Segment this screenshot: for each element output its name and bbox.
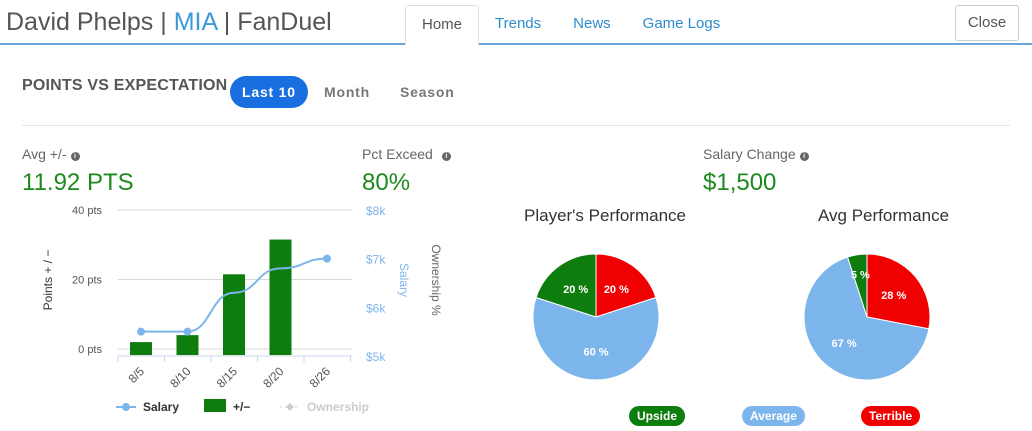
range-last-10-button[interactable]: Last 10: [230, 76, 308, 108]
legend-salary-label: Salary: [143, 400, 179, 414]
pie-slice-label: 20 %: [563, 284, 588, 296]
pie-title-player: Player's Performance: [524, 206, 686, 225]
points-salary-chart: 40 pts 20 pts 0 pts $8k $7k $6k $5k Points + /…: [41, 204, 443, 414]
salary-point: [323, 254, 331, 263]
x-tick-label: 8/5: [125, 364, 147, 386]
y2-tick-label: $8k: [366, 204, 386, 218]
bar-mark: [130, 342, 152, 356]
legend-ownership-label: Ownership: [307, 400, 369, 414]
avg-label-text: Avg +/-: [22, 146, 67, 162]
legend-ownership-swatch: [286, 403, 294, 411]
avg-value: 11.92 PTS: [22, 169, 134, 196]
y2-axis-title: Salary: [397, 263, 411, 297]
section-divider: [22, 125, 1010, 126]
section-title: POINTS VS EXPECTATION: [22, 77, 228, 94]
title-separator: |: [223, 8, 231, 36]
tab-game-logs[interactable]: Game Logs: [627, 5, 737, 44]
y2-tick-label: $5k: [366, 350, 386, 364]
legend-salary-swatch: [122, 403, 130, 411]
player-name: David Phelps: [6, 8, 154, 36]
legend-points-label: +/−: [233, 400, 250, 414]
legend-upside[interactable]: Upside: [629, 406, 686, 426]
salary-change-value: $1,500: [703, 169, 777, 196]
pie-slice-label: 60 %: [583, 347, 608, 359]
pie-slice-label: 28 %: [881, 290, 906, 302]
legend-average[interactable]: Average: [742, 406, 805, 426]
site-name: FanDuel: [237, 8, 332, 36]
y2-tick-label: $7k: [366, 253, 386, 267]
info-icon[interactable]: i: [70, 152, 80, 161]
y2-tick-label: $6k: [366, 301, 386, 315]
salary-change-label-text: Salary Change: [703, 146, 796, 162]
team-link[interactable]: MIA: [174, 8, 217, 36]
tab-news[interactable]: News: [557, 5, 627, 44]
pct-exceed-label-text: Pct Exceed: [362, 146, 433, 162]
header-bar: David Phelps | MIA | FanDuel Home Trends…: [0, 0, 1032, 46]
avg-label: Avg +/- i: [22, 146, 80, 162]
y-axis-title: Points + / −: [41, 250, 55, 311]
pct-exceed-label: Pct Exceed i: [362, 146, 451, 162]
y3-axis-title: Ownership %: [429, 244, 443, 316]
pie-slice-label: 5 %: [851, 270, 870, 282]
close-button[interactable]: Close: [955, 5, 1019, 41]
x-tick-label: 8/26: [307, 364, 334, 391]
tab-home[interactable]: Home: [405, 5, 480, 46]
x-tick-label: 8/10: [167, 364, 194, 391]
title-separator: |: [160, 8, 167, 36]
pie-slice-label: 20 %: [604, 284, 629, 296]
pie-avg: 28 % 67 % 5 %: [803, 253, 931, 381]
bar-mark: [223, 274, 245, 356]
y-tick-label: 20 pts: [72, 275, 102, 287]
range-month-button[interactable]: Month: [324, 76, 370, 108]
salary-point: [137, 327, 145, 336]
performance-pies: 20 % 60 % 20 % 28 % 67 % 5 %: [532, 253, 931, 381]
x-tick-label: 8/15: [214, 364, 241, 391]
salary-point: [183, 327, 192, 336]
pie-slice-label: 67 %: [832, 338, 857, 350]
y-tick-label: 0 pts: [78, 344, 102, 356]
pie-title-avg: Avg Performance: [818, 206, 950, 225]
pie-player: 20 % 60 % 20 %: [532, 253, 660, 381]
page-title: David Phelps | MIA | FanDuel: [6, 8, 332, 37]
info-icon[interactable]: i: [799, 152, 809, 161]
y-tick-label: 40 pts: [72, 205, 102, 217]
bar-mark: [269, 239, 292, 356]
range-season-button[interactable]: Season: [400, 76, 455, 108]
salary-change-label: Salary Change i: [703, 146, 809, 162]
bar-mark: [176, 335, 199, 356]
tab-trends[interactable]: Trends: [479, 5, 557, 44]
tab-bar: Home Trends News Game Logs: [405, 5, 737, 46]
info-icon[interactable]: i: [441, 152, 451, 161]
legend-points-swatch: [204, 399, 226, 412]
pct-exceed-value: 80%: [362, 169, 411, 196]
legend-terrible[interactable]: Terrible: [861, 406, 921, 426]
x-tick-label: 8/20: [260, 364, 287, 391]
